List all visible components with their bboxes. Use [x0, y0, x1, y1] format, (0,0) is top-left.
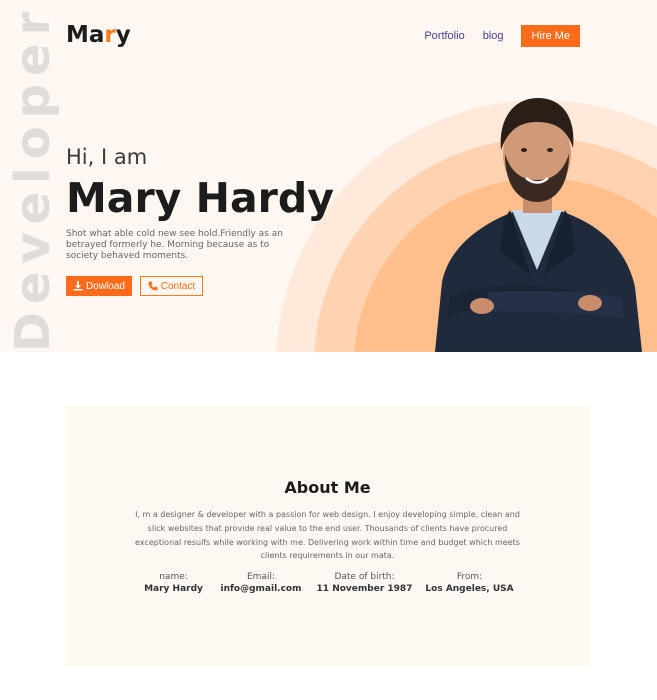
site-logo[interactable]: Mary [66, 22, 131, 48]
top-nav: Portfolio blog Hire Me [424, 25, 580, 47]
info-email: Email: info@gmail.com [215, 572, 307, 594]
info-birth: Date of birth: 11 November 1987 [312, 572, 417, 594]
info-email-label: Email: [246, 572, 275, 582]
logo-text-end: y [115, 22, 131, 48]
about-title: About Me [284, 478, 371, 497]
hire-me-button[interactable]: Hire Me [521, 25, 580, 47]
contact-button[interactable]: Contact [140, 276, 203, 296]
hero-name: Mary Hardy [66, 174, 334, 222]
info-from: From: Los Angeles, USA [422, 572, 517, 594]
info-from-label: From: [456, 572, 483, 582]
hero-greeting: Hi, I am [66, 145, 148, 169]
about-description: I, m a designer & developer with a passi… [135, 510, 520, 561]
vertical-background-word: Developer [5, 3, 61, 352]
hero-description: Shot what able cold new see hold.Friendl… [66, 229, 283, 261]
info-birth-value: 11 November 1987 [316, 584, 413, 594]
info-email-value: info@gmail.com [220, 584, 302, 594]
info-name-label: name: [159, 572, 188, 582]
info-birth-label: Date of birth: [334, 572, 395, 582]
logo-text-accent: r [104, 22, 116, 48]
about-section: About Me I, m a designer & developer wit… [65, 406, 590, 666]
phone-icon [148, 281, 158, 291]
info-name-value: Mary Hardy [144, 584, 203, 594]
nav-link-portfolio[interactable]: Portfolio [424, 30, 464, 42]
download-button[interactable]: Dowload [66, 276, 132, 296]
download-icon [73, 281, 83, 291]
hero-section: Developer Mary Portfolio blog Hire Me Hi… [0, 0, 657, 352]
contact-label: Contact [160, 280, 196, 292]
download-label: Dowload [86, 280, 125, 292]
logo-text-start: Ma [66, 22, 105, 48]
info-name: name: Mary Hardy [136, 572, 211, 594]
info-from-value: Los Angeles, USA [425, 584, 514, 594]
profile-photo [435, 98, 642, 352]
nav-link-blog[interactable]: blog [483, 30, 504, 42]
